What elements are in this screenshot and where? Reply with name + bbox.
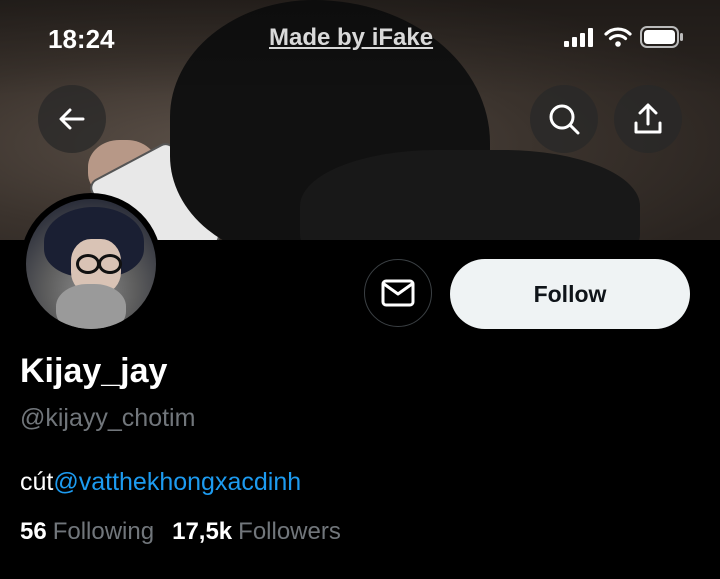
follow-button[interactable]: Follow (450, 259, 690, 329)
message-button[interactable] (364, 259, 432, 327)
status-icons (564, 26, 684, 48)
search-button[interactable] (530, 85, 598, 153)
following-link[interactable]: 56 Following (20, 518, 154, 546)
bio-mention-link[interactable]: @vatthekhongxacdinh (53, 468, 301, 496)
watermark: Made by iFake (269, 24, 434, 51)
share-button[interactable] (614, 85, 682, 153)
back-button[interactable] (38, 85, 106, 153)
status-time: 18:24 (48, 24, 115, 54)
battery-icon (640, 26, 683, 48)
arrow-left-icon (59, 108, 85, 130)
bio-text: cút (20, 468, 54, 496)
wifi-icon (604, 27, 632, 47)
signal-icon (564, 28, 593, 47)
avatar-image (26, 199, 156, 329)
followers-count: 17,5k (172, 518, 233, 545)
follow-stats: 56 Following 17,5k Followers (20, 518, 341, 546)
mail-icon (381, 279, 415, 307)
bio: cút@vatthekhongxacdinh (20, 468, 301, 497)
following-label: Following (52, 518, 155, 545)
following-count: 56 (20, 518, 47, 545)
avatar[interactable] (20, 193, 162, 335)
search-icon (549, 104, 580, 135)
followers-link[interactable]: 17,5k Followers (172, 518, 341, 546)
user-handle: @kijayy_chotim (20, 404, 196, 432)
display-name: Kijay_jay (20, 352, 168, 390)
share-icon (634, 103, 662, 134)
followers-label: Followers (238, 518, 341, 545)
